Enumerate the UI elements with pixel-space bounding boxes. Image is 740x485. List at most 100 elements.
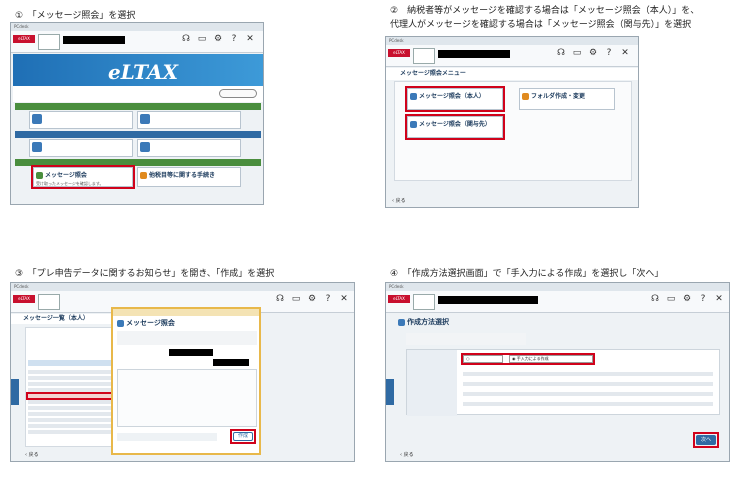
screenshot-creation-method: PCdesk eLTAX ☊ ▭ ⚙ ? ✕ 作成方法選択 ○ ◉ 手入力による…	[385, 282, 730, 462]
question-icon[interactable]: ?	[696, 294, 710, 310]
close-icon[interactable]: ✕	[243, 34, 257, 50]
eltax-logo: eLTAX	[108, 60, 178, 84]
form-row	[463, 372, 713, 376]
screenshot-eltax-menu: PCdesk eLTAX ☊ ▭ ⚙ ? ✕ eLTAX メッセージ照会 受け取…	[10, 22, 264, 205]
dialog-titlebar	[113, 309, 259, 316]
caption-1: ① 「メッセージ照会」を選択	[15, 11, 136, 21]
redacted-bar	[438, 296, 538, 304]
app-header: eLTAX ☊ ▭ ⚙ ? ✕	[11, 31, 263, 53]
app-header: eLTAX ☊ ▭ ⚙ ? ✕	[386, 45, 638, 67]
folder-label: フォルダ作成・変更	[531, 93, 586, 100]
gear-icon[interactable]: ⚙	[586, 48, 600, 64]
highlight-create-button	[230, 429, 256, 444]
user-info-box	[413, 48, 435, 64]
page-title: 作成方法選択	[398, 317, 449, 327]
eltax-badge: eLTAX	[13, 35, 35, 43]
list-row[interactable]	[28, 382, 114, 386]
instructions	[406, 333, 526, 345]
headset-icon[interactable]: ☊	[554, 48, 568, 64]
redacted-bar	[438, 50, 510, 58]
list-row[interactable]	[28, 424, 114, 428]
gear-icon[interactable]: ⚙	[211, 34, 225, 50]
headset-icon[interactable]: ☊	[179, 34, 193, 50]
redacted-bar	[169, 349, 213, 356]
side-tab[interactable]	[386, 379, 394, 405]
screenshot-message-list: PCdesk eLTAX ☊ ▭ ⚙ ? ✕ メッセージ一覧（本人） メッセージ…	[10, 282, 355, 462]
caption-2: ② 納税者等がメッセージを確認する場合は「メッセージ照会（本人）」を、 代理人が…	[390, 6, 700, 30]
headset-icon[interactable]: ☊	[648, 294, 662, 310]
headset-icon[interactable]: ☊	[273, 294, 287, 310]
highlight-message-client	[405, 114, 505, 140]
list-title: メッセージ一覧（本人）	[11, 314, 121, 324]
redacted-bar	[63, 36, 125, 44]
highlight-next-button	[693, 432, 719, 448]
toolbar-strip	[13, 86, 263, 102]
list-row[interactable]	[28, 400, 114, 404]
monitor-icon[interactable]: ▭	[195, 34, 209, 50]
monitor-icon[interactable]: ▭	[570, 48, 584, 64]
list-header	[28, 360, 114, 366]
highlight-message-inquiry	[31, 165, 135, 189]
user-info-box	[413, 294, 435, 310]
user-info-box	[38, 34, 60, 50]
form-table: ○ ◉ 手入力による作成	[406, 349, 720, 416]
app-header: eLTAX ☊ ▭ ⚙ ? ✕	[386, 291, 729, 313]
menu-card-3[interactable]	[29, 139, 133, 157]
other-tax-card[interactable]: 他税目等に関する手続き	[137, 167, 241, 187]
monitor-icon[interactable]: ▭	[664, 294, 678, 310]
list-row[interactable]	[28, 406, 114, 410]
gear-icon[interactable]: ⚙	[305, 294, 319, 310]
question-icon[interactable]: ?	[321, 294, 335, 310]
eltax-banner: eLTAX	[13, 54, 263, 86]
menu-card-1[interactable]	[29, 111, 133, 129]
screenshot-message-menu: PCdesk eLTAX ☊ ▭ ⚙ ? ✕ メッセージ照会メニュー メッセージ…	[385, 36, 639, 208]
caption-4: ④ 「作成方法選択画面」で「手入力による作成」を選択し「次へ」	[390, 269, 664, 279]
close-icon[interactable]: ✕	[337, 294, 351, 310]
form-row	[463, 382, 713, 386]
redacted-bar	[213, 359, 249, 366]
back-link[interactable]: ‹ 戻る	[400, 451, 414, 458]
back-link[interactable]: ‹ 戻る	[392, 197, 406, 204]
eltax-badge: eLTAX	[388, 295, 410, 303]
side-tab[interactable]	[11, 379, 19, 405]
list-row[interactable]	[28, 370, 114, 374]
form-row	[463, 392, 713, 396]
highlight-pre-filing-row	[26, 392, 116, 400]
dialog-title: メッセージ照会	[117, 318, 175, 328]
dialog-body	[117, 369, 257, 427]
monitor-icon[interactable]: ▭	[289, 294, 303, 310]
gear-icon[interactable]: ⚙	[680, 294, 694, 310]
menu-card-4[interactable]	[137, 139, 241, 157]
form-row	[463, 402, 713, 406]
dialog-button-row	[117, 433, 217, 441]
window-titlebar: PCdesk	[386, 37, 638, 45]
list-row[interactable]	[28, 412, 114, 416]
user-info-box	[38, 294, 60, 310]
highlight-message-self	[405, 86, 505, 112]
list-row[interactable]	[28, 430, 114, 434]
message-dialog: メッセージ照会 作成	[111, 307, 261, 455]
eltax-badge: eLTAX	[13, 295, 35, 303]
caption-3: ③ 「プレ申告データに関するお知らせ」を開き、「作成」を選択	[15, 269, 275, 279]
back-link[interactable]: ‹ 戻る	[25, 451, 39, 458]
folder-card[interactable]: フォルダ作成・変更	[519, 88, 615, 110]
help-button[interactable]	[219, 89, 257, 98]
list-row[interactable]	[28, 376, 114, 380]
section-header-2	[15, 131, 261, 138]
page-title: メッセージ照会メニュー	[386, 68, 638, 80]
window-titlebar: PCdesk	[386, 283, 729, 291]
list-row[interactable]	[28, 418, 114, 422]
message-list	[25, 327, 116, 447]
other-tax-label: 他税目等に関する手続き	[149, 172, 216, 179]
section-header-1	[15, 103, 261, 110]
window-titlebar: PCdesk	[11, 23, 263, 31]
question-icon[interactable]: ?	[227, 34, 241, 50]
close-icon[interactable]: ✕	[618, 48, 632, 64]
eltax-badge: eLTAX	[388, 49, 410, 57]
close-icon[interactable]: ✕	[712, 294, 726, 310]
highlight-manual-option	[461, 353, 595, 365]
dialog-notice	[117, 331, 257, 345]
form-labels	[407, 350, 457, 416]
question-icon[interactable]: ?	[602, 48, 616, 64]
menu-card-2[interactable]	[137, 111, 241, 129]
